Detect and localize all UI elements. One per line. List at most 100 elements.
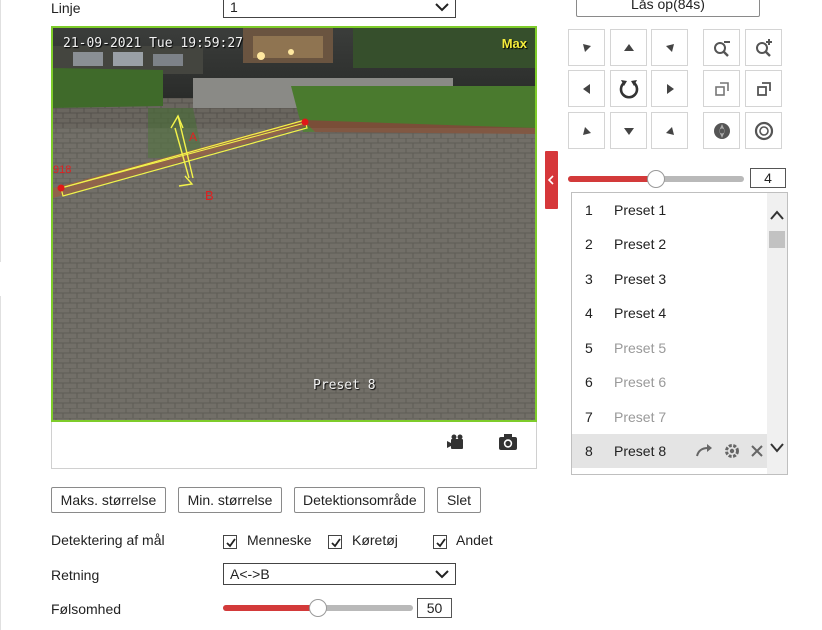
camera-scene bbox=[53, 28, 535, 420]
ptz-down-button[interactable] bbox=[610, 112, 647, 149]
ptz-speed-slider-thumb[interactable] bbox=[647, 170, 665, 188]
preset-number: 7 bbox=[585, 409, 593, 425]
max-size-button[interactable]: Maks. størrelse bbox=[51, 487, 166, 513]
preset-name: Preset 5 bbox=[614, 340, 667, 356]
preset-row-selected[interactable]: 8 Preset 8 bbox=[572, 434, 768, 468]
sensitivity-slider[interactable] bbox=[223, 599, 413, 617]
snapshot-camera-icon[interactable] bbox=[498, 433, 518, 451]
preset-number: 3 bbox=[585, 271, 593, 287]
target-checkbox-other[interactable] bbox=[433, 535, 447, 549]
close-icon[interactable] bbox=[750, 444, 764, 458]
ptz-speed-value-box[interactable]: 4 bbox=[750, 168, 786, 188]
osd-timestamp: 21-09-2021 Tue 19:59:27 bbox=[63, 36, 244, 51]
preset-number: 2 bbox=[585, 236, 593, 252]
checkmark-icon bbox=[331, 538, 341, 548]
focus-near-icon bbox=[714, 81, 729, 96]
target-checkbox-vehicle[interactable] bbox=[328, 535, 342, 549]
arrow-up-icon bbox=[623, 43, 634, 51]
preset-row[interactable]: 4 Preset 4 bbox=[572, 296, 768, 330]
chevron-down-icon[interactable] bbox=[770, 443, 784, 453]
direction-label: Retning bbox=[51, 567, 100, 583]
checkmark-icon bbox=[226, 538, 236, 548]
record-icon[interactable] bbox=[446, 434, 466, 452]
gear-icon[interactable] bbox=[723, 442, 741, 460]
min-size-button[interactable]: Min. størrelse bbox=[178, 487, 282, 513]
ptz-speed-slider[interactable] bbox=[568, 170, 744, 188]
ptz-up-left-button[interactable] bbox=[568, 29, 605, 66]
direction-select[interactable]: A<->B bbox=[223, 563, 456, 585]
preset-row[interactable]: 7 Preset 7 bbox=[572, 400, 768, 434]
target-label-vehicle: Køretøj bbox=[352, 532, 398, 548]
focus-near-button[interactable] bbox=[703, 70, 740, 107]
preset-name: Preset 2 bbox=[614, 236, 667, 252]
osd-max-label: Max bbox=[501, 36, 527, 51]
ptz-left-button[interactable] bbox=[568, 70, 605, 107]
arrow-up-right-icon bbox=[665, 43, 674, 52]
line-select-value: 1 bbox=[230, 0, 238, 15]
preset-number: 8 bbox=[585, 443, 593, 459]
ptz-down-right-button[interactable] bbox=[651, 112, 688, 149]
preset-list: 1 Preset 1 2 Preset 2 3 Preset 3 4 Prese… bbox=[571, 192, 788, 475]
line-select[interactable]: 1 bbox=[223, 0, 456, 18]
preset-number: 6 bbox=[585, 374, 593, 390]
zoom-out-button[interactable] bbox=[703, 29, 740, 66]
video-toolbar bbox=[51, 422, 537, 469]
delete-button[interactable]: Slet bbox=[437, 487, 481, 513]
video-view[interactable]: 21-09-2021 Tue 19:59:27 Max Preset 8 A B… bbox=[51, 26, 537, 422]
preset-list-scrollbar[interactable] bbox=[767, 193, 787, 474]
panel-collapse-tab[interactable] bbox=[545, 151, 558, 209]
arrow-right-icon bbox=[666, 83, 674, 94]
preset-name: Preset 1 bbox=[614, 202, 667, 218]
preset-number: 5 bbox=[585, 340, 593, 356]
preset-row[interactable]: 6 Preset 6 bbox=[572, 365, 768, 399]
osd-preset-label: Preset 8 bbox=[313, 378, 376, 393]
goto-preset-icon[interactable] bbox=[695, 444, 713, 458]
checkmark-icon bbox=[436, 538, 446, 548]
scrollbar-thumb[interactable] bbox=[769, 231, 785, 248]
detection-area-button[interactable]: Detektionsområde bbox=[294, 487, 425, 513]
arrow-up-left-icon bbox=[582, 43, 591, 52]
preset-row[interactable]: 5 Preset 5 bbox=[572, 331, 768, 365]
preset-name: Preset 4 bbox=[614, 305, 667, 321]
sensitivity-slider-fill bbox=[223, 605, 318, 611]
zoom-in-icon bbox=[755, 38, 772, 57]
ptz-right-button[interactable] bbox=[651, 70, 688, 107]
chevron-up-icon[interactable] bbox=[770, 210, 784, 220]
ptz-auto-rotate-button[interactable] bbox=[610, 70, 647, 107]
marker-b: B bbox=[205, 188, 214, 203]
preset-row[interactable]: 2 Preset 2 bbox=[572, 227, 768, 261]
target-checkbox-human[interactable] bbox=[223, 535, 237, 549]
focus-far-button[interactable] bbox=[745, 70, 782, 107]
arrow-down-right-icon bbox=[665, 126, 674, 135]
preset-name: Preset 7 bbox=[614, 409, 667, 425]
zoom-out-icon bbox=[713, 40, 730, 57]
direction-select-value: A<->B bbox=[230, 566, 270, 582]
sensitivity-value-box[interactable]: 50 bbox=[417, 598, 452, 618]
preset-name: Preset 8 bbox=[614, 443, 667, 459]
arrow-left-icon bbox=[582, 83, 590, 94]
preset-row[interactable]: 3 Preset 3 bbox=[572, 262, 768, 296]
ptz-up-right-button[interactable] bbox=[651, 29, 688, 66]
chevron-down-icon bbox=[435, 570, 449, 579]
sensitivity-label: Følsomhed bbox=[51, 601, 122, 617]
preset-row[interactable]: 1 Preset 1 bbox=[572, 193, 768, 227]
detection-label: Detektering af mål bbox=[51, 532, 165, 548]
target-label-other: Andet bbox=[456, 532, 493, 548]
chevron-down-icon bbox=[435, 3, 449, 12]
chevron-left-icon bbox=[547, 175, 554, 185]
sensitivity-slider-thumb[interactable] bbox=[309, 599, 327, 617]
ptz-up-button[interactable] bbox=[610, 29, 647, 66]
preset-number: 4 bbox=[585, 305, 593, 321]
unlock-button[interactable]: Lås op(84s) bbox=[576, 0, 760, 17]
iris-close-icon bbox=[713, 122, 730, 139]
iris-open-icon bbox=[754, 121, 773, 140]
left-edge-line bbox=[0, 0, 1, 262]
preset-name: Preset 6 bbox=[614, 374, 667, 390]
iris-close-button[interactable] bbox=[703, 112, 740, 149]
focus-far-icon bbox=[756, 81, 771, 96]
iris-open-button[interactable] bbox=[745, 112, 782, 149]
zoom-in-button[interactable] bbox=[745, 29, 782, 66]
left-edge-line-lower bbox=[0, 296, 1, 630]
ptz-down-left-button[interactable] bbox=[568, 112, 605, 149]
preset-name: Preset 3 bbox=[614, 271, 667, 287]
